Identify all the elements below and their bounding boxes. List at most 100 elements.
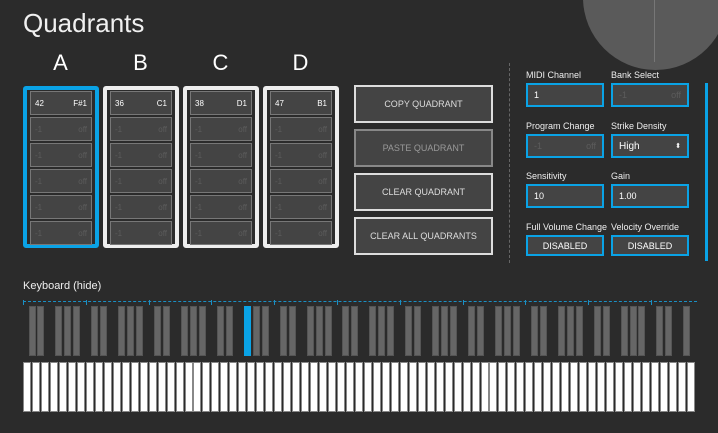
black-key[interactable] <box>64 306 72 356</box>
white-key[interactable] <box>211 362 220 412</box>
quadrant-slot[interactable]: -1 off <box>190 143 252 167</box>
white-key[interactable] <box>615 362 623 412</box>
quadrant-slot[interactable]: -1 off <box>270 221 332 245</box>
white-key[interactable] <box>166 362 175 412</box>
strike-density-select[interactable]: High ⬍ <box>611 134 689 158</box>
black-key[interactable] <box>629 306 637 356</box>
quadrant-slot[interactable]: -1 off <box>110 169 172 193</box>
black-key[interactable] <box>620 306 628 356</box>
keyboard-toggle-label[interactable]: Keyboard (hide) <box>23 280 101 292</box>
black-key[interactable] <box>405 306 413 356</box>
white-key[interactable] <box>633 362 641 412</box>
quadrant-slot[interactable]: -1 off <box>30 195 92 219</box>
white-key[interactable] <box>139 362 148 412</box>
white-key[interactable] <box>32 362 40 412</box>
black-key[interactable] <box>118 306 126 356</box>
bank-select-input[interactable]: -1 off <box>611 83 689 107</box>
white-key[interactable] <box>561 362 570 412</box>
quadrant-slot[interactable]: 38 D1 <box>190 91 252 115</box>
white-key[interactable] <box>650 362 659 412</box>
quadrant-slot[interactable]: -1 off <box>190 117 252 141</box>
clear-all-quadrants-button[interactable]: CLEAR ALL QUADRANTS <box>354 217 493 255</box>
quadrant-slot[interactable]: 36 C1 <box>110 91 172 115</box>
white-key[interactable] <box>677 362 686 412</box>
quadrant-slot[interactable]: -1 off <box>30 117 92 141</box>
black-key[interactable] <box>154 306 162 356</box>
quadrant-slot[interactable]: -1 off <box>270 195 332 219</box>
white-key[interactable] <box>543 362 552 412</box>
white-key[interactable] <box>606 362 615 412</box>
black-key[interactable] <box>512 306 520 356</box>
black-key[interactable] <box>378 306 386 356</box>
black-key[interactable] <box>351 306 359 356</box>
black-key[interactable] <box>593 306 601 356</box>
black-key[interactable] <box>450 306 458 356</box>
black-key[interactable] <box>432 306 440 356</box>
black-key[interactable] <box>665 306 673 356</box>
paste-quadrant-button[interactable]: PASTE QUADRANT <box>354 129 493 167</box>
white-key[interactable] <box>579 362 588 412</box>
white-key[interactable] <box>453 362 462 412</box>
white-key[interactable] <box>399 362 408 412</box>
white-key[interactable] <box>283 362 292 412</box>
black-key[interactable] <box>468 306 475 356</box>
white-key[interactable] <box>480 362 489 412</box>
white-key[interactable] <box>345 362 354 412</box>
black-key[interactable] <box>225 306 233 356</box>
black-key[interactable] <box>503 306 511 356</box>
quadrant-c[interactable]: 38 D1 -1 off -1 off -1 off -1 off -1 off <box>183 86 259 248</box>
black-key[interactable] <box>288 306 296 356</box>
black-key[interactable] <box>342 306 350 356</box>
white-key[interactable] <box>103 362 112 412</box>
white-key[interactable] <box>193 362 202 412</box>
black-key[interactable] <box>252 306 260 356</box>
black-key[interactable] <box>683 306 691 356</box>
black-key[interactable] <box>306 306 314 356</box>
white-key[interactable] <box>157 362 166 412</box>
sensitivity-input[interactable]: 10 <box>526 184 604 208</box>
white-key[interactable] <box>354 362 363 412</box>
black-key[interactable] <box>73 306 81 356</box>
quadrant-b[interactable]: 36 C1 -1 off -1 off -1 off -1 off -1 off <box>103 86 179 248</box>
black-key[interactable] <box>656 306 664 356</box>
quadrant-slot[interactable]: -1 off <box>110 117 172 141</box>
black-key[interactable] <box>324 306 332 356</box>
black-key[interactable] <box>477 306 484 356</box>
white-key[interactable] <box>337 362 345 412</box>
quadrant-slot[interactable]: -1 off <box>270 117 332 141</box>
black-key[interactable] <box>198 306 206 356</box>
white-key[interactable] <box>112 362 121 412</box>
black-key[interactable] <box>189 306 197 356</box>
dial-knob[interactable] <box>583 0 718 70</box>
white-key[interactable] <box>319 362 327 412</box>
white-key[interactable] <box>202 362 211 412</box>
midi-channel-input[interactable]: 1 <box>526 83 604 107</box>
black-key[interactable] <box>369 306 377 356</box>
quadrant-slot[interactable]: -1 off <box>190 169 252 193</box>
black-key[interactable] <box>91 306 99 356</box>
white-key[interactable] <box>489 362 498 412</box>
white-key[interactable] <box>435 362 444 412</box>
quadrant-slot[interactable]: 47 B1 <box>270 91 332 115</box>
white-key[interactable] <box>220 362 229 412</box>
black-key[interactable] <box>136 306 144 356</box>
clear-quadrant-button[interactable]: CLEAR QUADRANT <box>354 173 493 211</box>
velocity-override-toggle[interactable]: DISABLED <box>611 235 689 256</box>
white-key[interactable] <box>184 362 193 412</box>
quadrant-d[interactable]: 47 B1 -1 off -1 off -1 off -1 off -1 off <box>263 86 339 248</box>
white-key[interactable] <box>76 362 85 412</box>
quadrant-slot[interactable]: -1 off <box>30 169 92 193</box>
white-key[interactable] <box>552 362 561 412</box>
white-key[interactable] <box>94 362 103 412</box>
quadrant-slot[interactable]: -1 off <box>110 221 172 245</box>
black-key[interactable] <box>566 306 574 356</box>
quadrant-slot[interactable]: -1 off <box>30 221 92 245</box>
white-key[interactable] <box>668 362 677 412</box>
white-key[interactable] <box>229 362 238 412</box>
white-key[interactable] <box>175 362 184 412</box>
quadrant-a[interactable]: 42 F#1 -1 off -1 off -1 off -1 off -1 off <box>23 86 99 248</box>
white-key[interactable] <box>597 362 606 412</box>
black-key[interactable] <box>638 306 646 356</box>
black-key[interactable] <box>494 306 502 356</box>
black-key[interactable] <box>55 306 63 356</box>
